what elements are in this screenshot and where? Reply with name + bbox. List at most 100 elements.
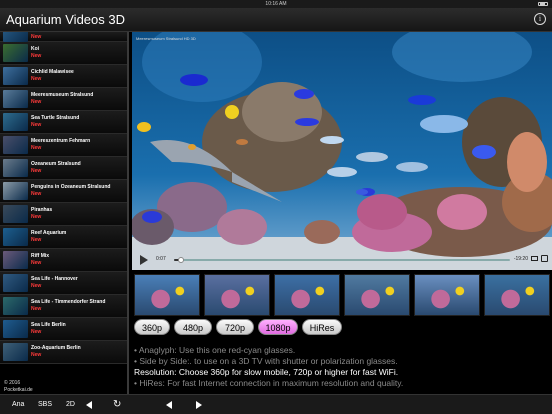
help-text: • Anaglyph: Use this one red-cyan glasse… <box>134 345 552 389</box>
list-item[interactable]: Sea Life - Hannover New <box>0 272 127 295</box>
airplay-icon[interactable] <box>531 256 538 261</box>
video-name: Sea Life Berlin <box>31 322 66 328</box>
copyright-year: © 2016 <box>4 380 21 386</box>
video-name: Piranhas <box>31 207 53 213</box>
forward-icon[interactable] <box>196 401 202 409</box>
new-badge: New <box>31 191 42 197</box>
video-thumbnail <box>3 113 28 131</box>
resolution-360p-button[interactable]: 360p <box>134 319 170 335</box>
current-time: 0:07 <box>156 256 166 262</box>
new-badge: New <box>31 34 42 40</box>
video-list: New Koi New Cichlid Malawisee New Meeresmuseu… <box>0 32 129 394</box>
video-thumbnail[interactable] <box>484 274 550 316</box>
2d-button[interactable]: 2D <box>66 399 75 411</box>
list-item[interactable]: Ozeaneum Stralsund New <box>0 157 127 180</box>
battery-icon <box>538 2 548 6</box>
anaglyph-button[interactable]: Ana <box>12 399 24 411</box>
video-thumbnail <box>3 182 28 200</box>
new-badge: New <box>31 329 42 335</box>
resolution-hires-button[interactable]: HiRes <box>302 319 342 335</box>
video-player[interactable]: Meeresmuseum Stralsund HD 3D <box>132 32 552 270</box>
status-bar: 10:16 AM <box>0 0 552 8</box>
list-item[interactable]: Riff Mix New <box>0 249 127 272</box>
thumbnail-strip <box>132 274 552 316</box>
help-sbs: • Side by Side:. to use on a 3D TV with … <box>134 356 398 366</box>
video-thumbnail <box>3 228 28 246</box>
video-name: Cichlid Malawisee <box>31 69 74 75</box>
video-thumbnail[interactable] <box>414 274 480 316</box>
fullscreen-icon[interactable] <box>541 255 548 262</box>
resolution-480p-button[interactable]: 480p <box>174 319 212 335</box>
help-anaglyph: • Anaglyph: Use this one red-cyan glasse… <box>134 345 296 355</box>
video-thumbnail <box>3 67 28 85</box>
status-time: 10:16 AM <box>265 1 287 7</box>
new-badge: New <box>31 283 42 289</box>
video-title: Meeresmuseum Stralsund HD 3D <box>136 36 196 41</box>
list-item[interactable]: Cichlid Malawisee New <box>0 65 127 88</box>
list-item[interactable]: Meeresmuseum Stralsund New <box>0 88 127 111</box>
resolution-1080p-button[interactable]: 1080p <box>258 319 298 335</box>
remaining-time: -19:20 <box>513 256 528 262</box>
bottom-toolbar: Ana SBS 2D ↻ <box>0 394 552 414</box>
video-name: Sea Turtle Stralsund <box>31 115 80 121</box>
play-icon[interactable] <box>140 255 148 265</box>
reload-icon[interactable]: ↻ <box>113 399 121 411</box>
new-badge: New <box>31 214 42 220</box>
list-item[interactable]: Sea Life - Timmendorfer Strand New <box>0 295 127 318</box>
new-badge: New <box>31 168 42 174</box>
video-name: Koi <box>31 46 40 52</box>
video-name: Zoo-Aquarium Berlin <box>31 345 81 351</box>
new-badge: New <box>31 260 42 266</box>
new-badge: New <box>31 99 42 105</box>
video-thumbnail[interactable] <box>204 274 270 316</box>
video-thumbnail <box>3 320 28 338</box>
list-item[interactable]: Penguins in Ozeaneum Stralsund New <box>0 180 127 203</box>
new-badge: New <box>31 237 42 243</box>
video-thumbnail <box>3 159 28 177</box>
help-hires: • HiRes: For fast Internet connection in… <box>134 378 404 388</box>
list-item[interactable]: Piranhas New <box>0 203 127 226</box>
sidebar-footer: © 2016 Pocketkai.de <box>0 372 127 394</box>
navigation-bar: Aquarium Videos 3D i <box>0 8 552 32</box>
resolution-720p-button[interactable]: 720p <box>216 319 254 335</box>
aquarium-video-frame <box>132 32 552 270</box>
video-thumbnail[interactable] <box>274 274 340 316</box>
video-name: Meereszentrum Fehmarn <box>31 138 91 144</box>
video-thumbnail[interactable] <box>134 274 200 316</box>
rewind-icon[interactable] <box>166 401 172 409</box>
video-thumbnail <box>3 251 28 269</box>
app-window: 10:16 AM Aquarium Videos 3D i New Koi New C… <box>0 0 552 414</box>
sbs-button[interactable]: SBS <box>38 399 52 411</box>
seek-knob[interactable] <box>177 257 184 263</box>
new-badge: New <box>31 306 42 312</box>
video-thumbnail <box>3 44 28 62</box>
video-thumbnail <box>3 343 28 361</box>
app-title: Aquarium Videos 3D <box>6 12 125 27</box>
previous-icon[interactable] <box>86 401 92 409</box>
list-item[interactable]: Sea Life Berlin New <box>0 318 127 341</box>
video-name: Meeresmuseum Stralsund <box>31 92 94 98</box>
video-thumbnail <box>3 136 28 154</box>
list-item[interactable]: Zoo-Aquarium Berlin New <box>0 341 127 364</box>
seek-bar[interactable] <box>174 257 510 263</box>
video-name: Sea Life - Timmendorfer Strand <box>31 299 106 305</box>
video-thumbnail <box>3 90 28 108</box>
new-badge: New <box>31 76 42 82</box>
list-item[interactable]: Koi New <box>0 42 127 65</box>
video-thumbnail <box>3 274 28 292</box>
video-name: Penguins in Ozeaneum Stralsund <box>31 184 111 190</box>
video-list-items: New Koi New Cichlid Malawisee New Meeresmuseu… <box>0 32 127 364</box>
video-thumbnail[interactable] <box>344 274 410 316</box>
copyright-owner: Pocketkai.de <box>4 387 33 393</box>
video-name: Reef Aquarium <box>31 230 67 236</box>
list-item[interactable]: New <box>0 32 127 42</box>
playback-controls: 0:07 -19:20 <box>132 251 552 269</box>
info-icon[interactable]: i <box>534 13 546 25</box>
list-item[interactable]: Meereszentrum Fehmarn New <box>0 134 127 157</box>
video-name: Riff Mix <box>31 253 50 259</box>
list-item[interactable]: Sea Turtle Stralsund New <box>0 111 127 134</box>
list-item[interactable]: Reef Aquarium New <box>0 226 127 249</box>
new-badge: New <box>31 122 42 128</box>
new-badge: New <box>31 53 42 59</box>
video-name: Ozeaneum Stralsund <box>31 161 81 167</box>
